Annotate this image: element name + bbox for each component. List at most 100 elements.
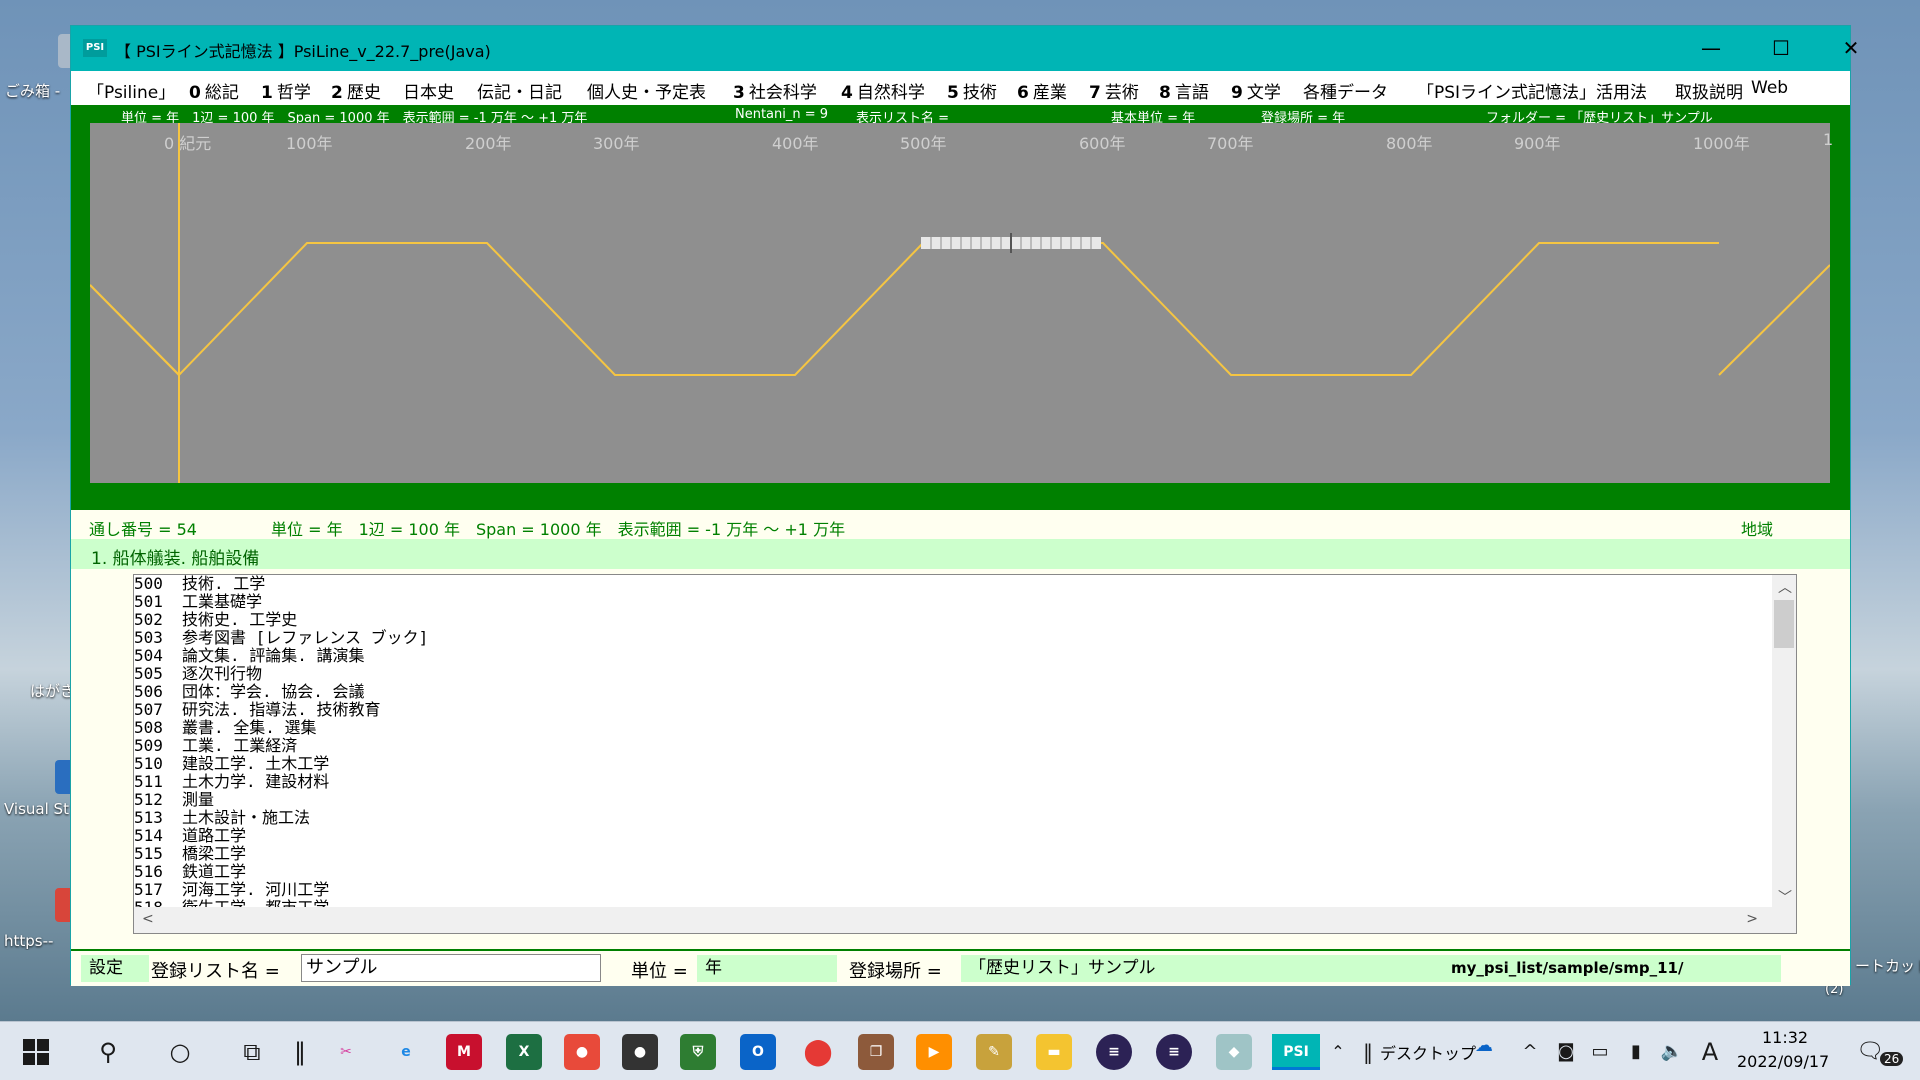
- list-item[interactable]: 507 研究法. 指導法. 技術教育: [134, 701, 381, 719]
- title-bar[interactable]: PSI 【 PSIライン式記憶法 】PsiLine_v_22.7_pre(Jav…: [71, 26, 1859, 71]
- list-item-text: 土木設計・施工法: [182, 808, 311, 827]
- vertical-scrollbar[interactable]: ︿ ﹀: [1772, 575, 1796, 909]
- tray-chevron-icon[interactable]: ^: [1512, 1034, 1548, 1070]
- list-item[interactable]: 504 論文集. 評論集. 講演集: [134, 647, 365, 665]
- list-item[interactable]: 510 建設工学. 土木工学: [134, 755, 329, 773]
- minimize-button[interactable]: —: [1676, 26, 1746, 71]
- character-app-icon[interactable]: ●: [564, 1034, 600, 1070]
- list-item[interactable]: 508 叢書. 全集. 選集: [134, 719, 317, 737]
- list-item[interactable]: 500 技術. 工学: [134, 575, 265, 593]
- settings-button[interactable]: 設定: [81, 955, 149, 982]
- battery-icon[interactable]: ▮: [1618, 1034, 1654, 1070]
- list-item-code: 501: [134, 592, 163, 611]
- maps-icon[interactable]: ⬤: [800, 1034, 836, 1070]
- list-item[interactable]: 511 土木力学. 建設材料: [134, 773, 329, 791]
- start-button[interactable]: [18, 1034, 54, 1070]
- media-player-icon[interactable]: ▶: [916, 1034, 952, 1070]
- camera-icon[interactable]: ◙: [1548, 1034, 1584, 1070]
- security-app-icon[interactable]: ⛨: [680, 1034, 716, 1070]
- excel-icon[interactable]: X: [506, 1034, 542, 1070]
- list-item-text: 参考図書 [レファレンス ブック]: [182, 628, 429, 647]
- list-item[interactable]: 515 橋梁工学: [134, 845, 246, 863]
- timeline-canvas[interactable]: 0 紀元 100年 200年 300年 400年 500年 600年 700年 …: [90, 123, 1833, 483]
- desktop-icon-label[interactable]: はがき: [30, 680, 70, 701]
- list-item[interactable]: 505 逐次刊行物: [134, 665, 262, 683]
- menu-language[interactable]: 8 言語: [1159, 78, 1209, 103]
- clock-time[interactable]: 11:32: [1762, 1028, 1808, 1047]
- notepad-icon[interactable]: ✎: [976, 1034, 1012, 1070]
- menu-history[interactable]: 2 歴史: [331, 78, 381, 103]
- menu-natural-science[interactable]: 4 自然科学: [841, 78, 925, 103]
- edge-icon[interactable]: e: [388, 1034, 424, 1070]
- close-button[interactable]: ✕: [1816, 26, 1886, 71]
- menu-technology[interactable]: 5 技術: [947, 78, 997, 103]
- eclipse-icon[interactable]: ≡: [1096, 1034, 1132, 1070]
- psiline-taskbar-icon[interactable]: PSI: [1272, 1034, 1320, 1070]
- menu-literature[interactable]: 9 文学: [1231, 78, 1281, 103]
- desktop-icon-label[interactable]: https--: [4, 932, 70, 950]
- scroll-up-icon[interactable]: ︿: [1778, 577, 1792, 597]
- scroll-down-icon[interactable]: ﹀: [1778, 887, 1792, 907]
- scroll-thumb[interactable]: [1774, 600, 1794, 648]
- mcafee-icon[interactable]: M: [446, 1034, 482, 1070]
- onedrive-icon[interactable]: ☁: [1466, 1028, 1502, 1064]
- eclipse-2-icon[interactable]: ≡: [1156, 1034, 1192, 1070]
- menu-usage[interactable]: 「PSIライン式記憶法」活用法: [1417, 78, 1647, 103]
- list-item-code: 510: [134, 754, 163, 773]
- cortana-icon[interactable]: ○: [162, 1034, 198, 1070]
- desktop-toolbar-label[interactable]: デスクトップ: [1380, 1040, 1476, 1064]
- list-item[interactable]: 502 技術史. 工学史: [134, 611, 297, 629]
- list-item[interactable]: 506 団体：学会. 協会. 会議: [134, 683, 365, 701]
- menu-social-science[interactable]: 3 社会科学: [733, 78, 817, 103]
- volume-icon[interactable]: 🔈: [1654, 1034, 1690, 1070]
- desktop-icon-label[interactable]: ごみ箱 -: [5, 80, 69, 101]
- task-view-icon[interactable]: ⧉: [234, 1034, 270, 1070]
- notification-count: 26: [1880, 1052, 1904, 1066]
- list-item[interactable]: 516 鉄道工学: [134, 863, 246, 881]
- unit-label: 単位 =: [631, 961, 688, 982]
- list-item-code: 504: [134, 646, 163, 665]
- scroll-left-icon[interactable]: <: [142, 911, 154, 927]
- menu-general[interactable]: 0 総記: [189, 78, 239, 103]
- taskbar: ⚲ ○ ⧉ ‖ ✂ e M X ● ● ⛨ O ⬤ ❐ ▶ ✎ ▬ ≡ ≡ ◆ …: [0, 1021, 1920, 1080]
- desktop-icon-label[interactable]: Visual St: [4, 800, 70, 818]
- cat-app-icon[interactable]: ●: [622, 1034, 658, 1070]
- menu-personal-history[interactable]: 個人史・予定表: [587, 78, 706, 103]
- desktop-icon-label[interactable]: ートカット: [1855, 955, 1920, 976]
- scroll-right-icon[interactable]: >: [1746, 911, 1758, 927]
- list-item[interactable]: 517 河海工学. 河川工学: [134, 881, 329, 899]
- list-item[interactable]: 514 道路工学: [134, 827, 246, 845]
- network-icon[interactable]: ▭: [1582, 1034, 1618, 1070]
- menu-psiline[interactable]: 「Psiline」: [87, 78, 175, 103]
- region-label[interactable]: 地域: [1741, 516, 1773, 540]
- list-item[interactable]: 512 測量: [134, 791, 214, 809]
- outlook-icon[interactable]: O: [740, 1034, 776, 1070]
- menu-arts[interactable]: 7 芸術: [1089, 78, 1139, 103]
- list-item-code: 500: [134, 574, 163, 593]
- list-item[interactable]: 513 土木設計・施工法: [134, 809, 310, 827]
- list-name-input[interactable]: サンプル: [301, 954, 601, 982]
- file-explorer-icon[interactable]: ▬: [1036, 1034, 1072, 1070]
- list-item[interactable]: 509 工業. 工業経済: [134, 737, 297, 755]
- maximize-button[interactable]: ☐: [1746, 26, 1816, 71]
- menu-various-data[interactable]: 各種データ: [1303, 78, 1388, 103]
- category-list[interactable]: 500 技術. 工学 501 工業基礎学 502 技術史. 工学史 503 参考図書 [レファ…: [133, 574, 1797, 934]
- snipping-tool-icon[interactable]: ✂: [328, 1034, 364, 1070]
- menu-biography[interactable]: 伝記・日記: [477, 78, 562, 103]
- menu-web[interactable]: Web: [1751, 78, 1788, 98]
- clock-date[interactable]: 2022/09/17: [1737, 1052, 1829, 1071]
- menu-industry[interactable]: 6 産業: [1017, 78, 1067, 103]
- menu-manual[interactable]: 取扱説明: [1675, 78, 1743, 103]
- list-item-code: 505: [134, 664, 163, 683]
- list-item[interactable]: 503 参考図書 [レファレンス ブック]: [134, 629, 428, 647]
- search-icon[interactable]: ⚲: [90, 1034, 126, 1070]
- timeline-lines: [90, 123, 1830, 483]
- ime-indicator[interactable]: A: [1692, 1034, 1728, 1070]
- tablet-app-icon[interactable]: ◆: [1216, 1034, 1252, 1070]
- horizontal-scrollbar[interactable]: < >: [134, 907, 1796, 933]
- menu-philosophy[interactable]: 1 哲学: [261, 78, 311, 103]
- menu-japanese-history[interactable]: 日本史: [403, 78, 454, 103]
- folder-path: my_psi_list/sample/smp_11/: [1341, 955, 1781, 982]
- list-item[interactable]: 501 工業基礎学: [134, 593, 262, 611]
- book-app-icon[interactable]: ❐: [858, 1034, 894, 1070]
